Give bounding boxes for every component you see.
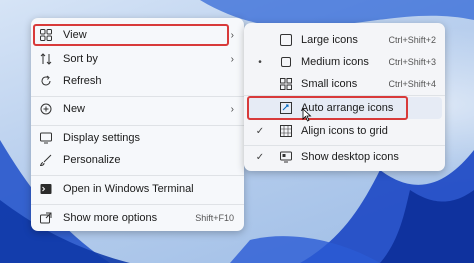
sort-icon (39, 52, 53, 66)
menu-item-refresh[interactable]: Refresh (35, 69, 240, 93)
mouse-cursor-icon (302, 108, 312, 122)
menu-item-label: New (63, 103, 86, 115)
align-grid-icon (279, 124, 293, 138)
menu-separator (31, 204, 244, 205)
menu-item-open-terminal[interactable]: Open in Windows Terminal (35, 177, 240, 201)
large-icons-icon (279, 33, 293, 47)
menu-item-display-settings[interactable]: Display settings (35, 126, 240, 150)
menu-item-label: Sort by (63, 53, 98, 65)
terminal-icon (39, 182, 53, 196)
submenu-item-shortcut: Ctrl+Shift+2 (388, 35, 436, 45)
desktop-context-menu: View › Sort by › Refresh New › Display s… (31, 18, 244, 231)
brush-icon (39, 153, 53, 167)
chevron-right-icon: › (230, 53, 234, 65)
submenu-item-align-to-grid[interactable]: ✓ Align icons to grid (247, 120, 442, 142)
submenu-item-medium-icons[interactable]: • Medium icons Ctrl+Shift+3 (247, 51, 442, 73)
menu-item-label: Refresh (63, 75, 102, 87)
submenu-item-large-icons[interactable]: Large icons Ctrl+Shift+2 (247, 29, 442, 51)
submenu-item-label: Align icons to grid (301, 125, 388, 137)
menu-item-label: Show more options (63, 212, 158, 224)
check-icon: ✓ (255, 151, 265, 163)
refresh-icon (39, 74, 53, 88)
menu-separator (31, 175, 244, 176)
submenu-item-shortcut: Ctrl+Shift+3 (388, 57, 436, 67)
desktop-icons-icon (279, 150, 293, 164)
selection-mark: • (258, 56, 262, 68)
display-icon (39, 131, 53, 145)
submenu-item-label: Large icons (301, 34, 358, 46)
submenu-item-label: Medium icons (301, 56, 369, 68)
menu-item-personalize[interactable]: Personalize (35, 148, 240, 172)
menu-item-label: Open in Windows Terminal (63, 183, 194, 195)
menu-item-label: Display settings (63, 132, 141, 144)
menu-item-label: Personalize (63, 154, 121, 166)
submenu-item-label: Show desktop icons (301, 151, 399, 163)
chevron-right-icon: › (230, 29, 234, 41)
share-icon (39, 211, 53, 225)
chevron-right-icon: › (230, 103, 234, 115)
submenu-item-label: Small icons (301, 78, 358, 90)
submenu-item-shortcut: Ctrl+Shift+4 (388, 79, 436, 89)
highlight-view (33, 24, 229, 46)
menu-item-new[interactable]: New › (35, 97, 240, 121)
highlight-auto-arrange (247, 96, 408, 120)
menu-item-sort-by[interactable]: Sort by › (35, 47, 240, 71)
submenu-item-show-desktop-icons[interactable]: ✓ Show desktop icons (247, 146, 442, 168)
submenu-item-small-icons[interactable]: Small icons Ctrl+Shift+4 (247, 73, 442, 95)
check-icon: ✓ (255, 125, 265, 137)
plus-circle-icon (39, 102, 53, 116)
menu-item-show-more-options[interactable]: Show more options Shift+F10 (35, 206, 240, 230)
medium-icons-icon (279, 55, 293, 69)
menu-item-shortcut: Shift+F10 (195, 213, 234, 223)
small-icons-icon (279, 77, 293, 91)
